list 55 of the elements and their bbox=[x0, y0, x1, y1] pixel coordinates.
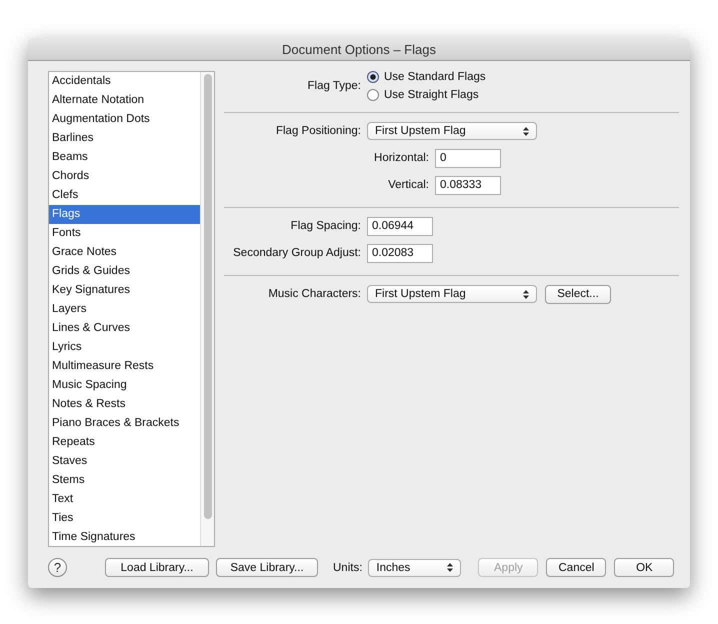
input-field[interactable]: 0 bbox=[435, 148, 501, 168]
updown-arrows-icon bbox=[523, 290, 529, 298]
field-label: Vertical: bbox=[387, 179, 429, 191]
field-label: Secondary Group Adjust: bbox=[232, 247, 361, 259]
sidebar-item[interactable]: Grids & Guides bbox=[49, 262, 200, 281]
scrollbar[interactable] bbox=[200, 72, 214, 546]
window-title: Document Options – Flags bbox=[282, 42, 436, 56]
sidebar-item[interactable]: Multimeasure Rests bbox=[49, 357, 200, 376]
field-label: Horizontal: bbox=[373, 152, 429, 164]
sidebar-item[interactable]: Time Signatures bbox=[49, 528, 200, 547]
sidebar-item[interactable]: Beams bbox=[49, 148, 200, 167]
sidebar-item[interactable]: Layers bbox=[49, 300, 200, 319]
sidebar-item[interactable]: Notes & Rests bbox=[49, 395, 200, 414]
load-library-button[interactable]: Load Library... bbox=[105, 558, 209, 577]
units-dropdown[interactable]: Inches bbox=[368, 558, 462, 576]
help-button[interactable]: ? bbox=[48, 558, 67, 577]
input-field[interactable]: 0.06944 bbox=[367, 216, 433, 236]
updown-arrows-icon bbox=[523, 126, 529, 136]
dropdown[interactable]: First Upstem Flag bbox=[367, 285, 537, 303]
sidebar-item[interactable]: Flags bbox=[49, 205, 200, 224]
sidebar-item[interactable]: Augmentation Dots bbox=[49, 110, 200, 129]
sidebar-item[interactable]: Staves bbox=[49, 452, 200, 471]
updown-arrows-icon bbox=[447, 563, 454, 572]
sidebar-item[interactable]: Grace Notes bbox=[49, 243, 200, 262]
dialog-button[interactable]: Cancel bbox=[546, 558, 606, 577]
sidebar-item[interactable]: Lyrics bbox=[49, 338, 200, 357]
select-button[interactable]: Select... bbox=[545, 284, 611, 304]
field-label: Flag Spacing: bbox=[290, 220, 361, 232]
sidebar-item[interactable]: Clefs bbox=[49, 186, 200, 205]
field-label: Flag Type: bbox=[306, 80, 361, 92]
input-field[interactable]: 0.02083 bbox=[367, 244, 433, 262]
input-field[interactable]: 0.08333 bbox=[435, 176, 501, 194]
sidebar-item[interactable]: Music Spacing bbox=[49, 376, 200, 395]
sidebar-item[interactable]: Fonts bbox=[49, 224, 200, 243]
sidebar-item[interactable]: Alternate Notation bbox=[49, 91, 200, 110]
sidebar-item[interactable]: Lines & Curves bbox=[49, 319, 200, 338]
field-label: Units: bbox=[333, 562, 362, 574]
field-label: Music Characters: bbox=[267, 288, 361, 300]
radio-label: Use Straight Flags bbox=[384, 89, 479, 101]
radio-button[interactable] bbox=[367, 89, 379, 101]
radio-button[interactable] bbox=[367, 71, 379, 83]
sidebar-item[interactable]: Stems bbox=[49, 471, 200, 490]
dialog-button[interactable]: OK bbox=[614, 558, 674, 577]
dropdown[interactable]: First Upstem Flag bbox=[367, 122, 537, 140]
field-label: Flag Positioning: bbox=[274, 125, 361, 137]
radio-label: Use Standard Flags bbox=[384, 71, 486, 83]
sidebar-item[interactable]: Barlines bbox=[49, 129, 200, 148]
sidebar-item[interactable]: Accidentals bbox=[49, 72, 200, 91]
sidebar-item[interactable]: Ties bbox=[49, 509, 200, 528]
sidebar-item[interactable]: Repeats bbox=[49, 433, 200, 452]
sidebar-item[interactable]: Piano Braces & Brackets bbox=[49, 414, 200, 433]
sidebar-item[interactable]: Key Signatures bbox=[49, 281, 200, 300]
save-library-button[interactable]: Save Library... bbox=[216, 558, 318, 577]
sidebar-item[interactable]: Text bbox=[49, 490, 200, 509]
sidebar-item[interactable]: Chords bbox=[49, 167, 200, 186]
